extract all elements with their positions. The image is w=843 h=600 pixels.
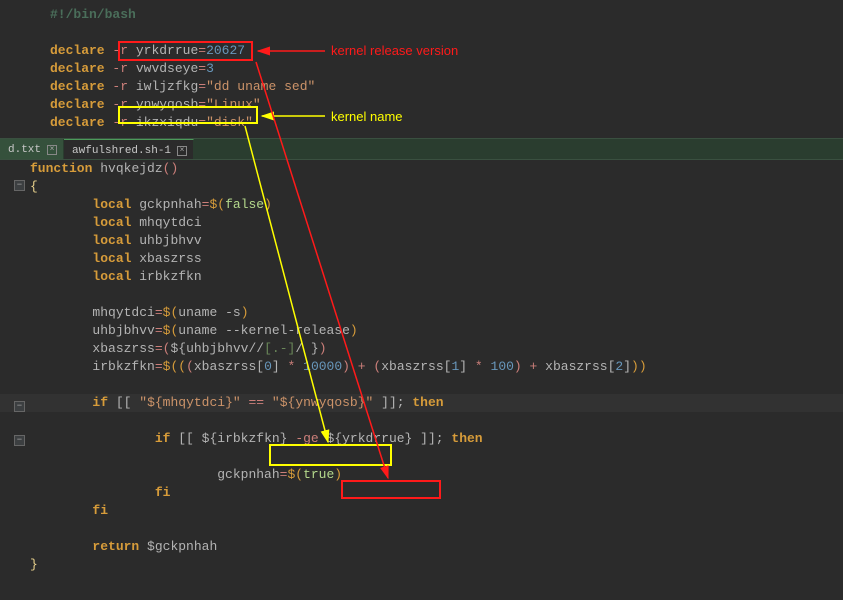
tab-awfulshred[interactable]: awfulshred.sh-1 × (64, 139, 194, 159)
tab-label: d.txt (8, 144, 41, 156)
kw-function: function (30, 161, 92, 176)
fold-toggle[interactable] (14, 180, 25, 191)
tab-label: awfulshred.sh-1 (72, 145, 171, 157)
tab-dtxt[interactable]: d.txt × (0, 139, 64, 159)
shebang-line: #!/bin/bash (50, 7, 136, 22)
kw-declare: declare (50, 43, 105, 58)
tab-bar: d.txt × awfulshred.sh-1 × (0, 138, 843, 160)
fold-toggle[interactable] (14, 435, 25, 446)
close-icon[interactable]: × (177, 146, 187, 156)
close-icon[interactable]: × (47, 145, 57, 155)
fold-toggle[interactable] (14, 401, 25, 412)
